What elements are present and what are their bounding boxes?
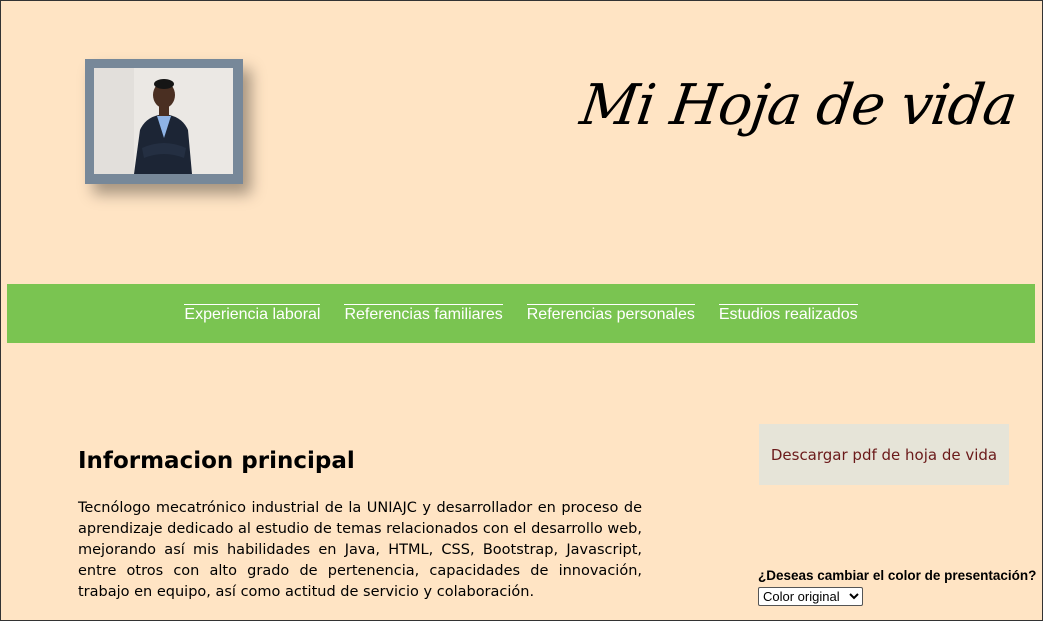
header: Mi Hoja de vida [1, 1, 1043, 281]
color-select[interactable]: Color original [758, 587, 863, 606]
person-photo-image [94, 68, 233, 174]
profile-photo-frame [85, 59, 243, 184]
main-navbar: Experiencia laboral Referencias familiar… [7, 284, 1035, 343]
nav-referencias-personales[interactable]: Referencias personales [526, 303, 695, 324]
main-section-title: Informacion principal [78, 448, 355, 474]
nav-referencias-familiares[interactable]: Referencias familiares [344, 303, 503, 324]
profile-photo [94, 68, 233, 174]
nav-estudios-realizados[interactable]: Estudios realizados [718, 303, 858, 324]
nav-experiencia-laboral[interactable]: Experiencia laboral [184, 303, 321, 324]
main-section-text: Tecnólogo mecatrónico industrial de la U… [78, 500, 642, 600]
color-question-label: ¿Deseas cambiar el color de presentación… [758, 568, 1037, 583]
site-title: Mi Hoja de vida [576, 73, 1021, 138]
download-pdf-button[interactable]: Descargar pdf de hoja de vida [759, 424, 1009, 485]
